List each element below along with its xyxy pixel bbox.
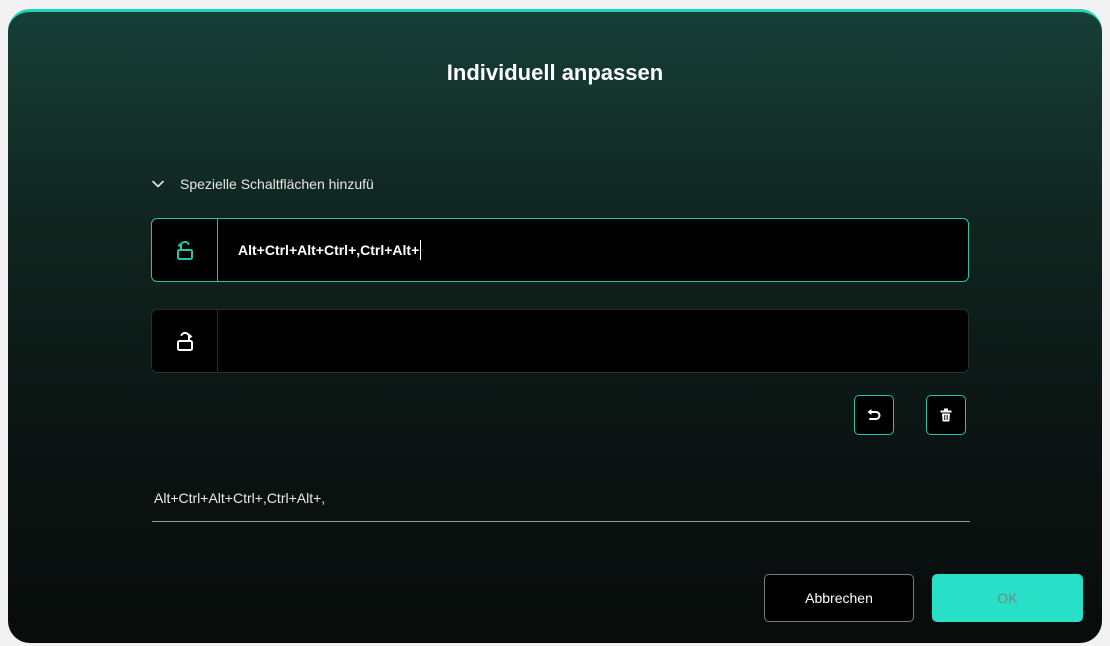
delete-button[interactable] xyxy=(926,395,966,435)
shortcut-value-1[interactable]: Alt+Ctrl+Alt+Ctrl+,Ctrl+Alt+ xyxy=(218,219,968,281)
shortcut-value-2[interactable] xyxy=(218,310,968,372)
cancel-button[interactable]: Abbrechen xyxy=(764,574,914,622)
undo-icon xyxy=(867,409,881,420)
section-label: Spezielle Schaltflächen hinzufü xyxy=(180,176,374,192)
chevron-down-icon xyxy=(152,180,164,188)
shortcut-field-2[interactable] xyxy=(151,309,969,373)
field-icon-cell xyxy=(152,219,218,281)
shortcut-field-1[interactable]: Alt+Ctrl+Alt+Ctrl+,Ctrl+Alt+ xyxy=(151,218,969,282)
rotate-right-lock-icon xyxy=(176,331,193,351)
field-icon-cell xyxy=(152,310,218,372)
text-caret xyxy=(420,240,422,260)
undo-button[interactable] xyxy=(854,395,894,435)
trash-icon xyxy=(940,408,952,422)
section-toggle[interactable]: Spezielle Schaltflächen hinzufü xyxy=(150,171,470,197)
customize-dialog: Individuell anpassen Spezielle Schaltflä… xyxy=(8,9,1102,643)
ok-button[interactable]: OK xyxy=(932,574,1083,622)
dialog-title: Individuell anpassen xyxy=(446,60,664,85)
rotate-left-lock-icon xyxy=(176,240,193,260)
shortcut-preview: Alt+Ctrl+Alt+Ctrl+,Ctrl+Alt+, xyxy=(152,490,970,522)
shortcut-text-1: Alt+Ctrl+Alt+Ctrl+,Ctrl+Alt+ xyxy=(238,242,420,258)
